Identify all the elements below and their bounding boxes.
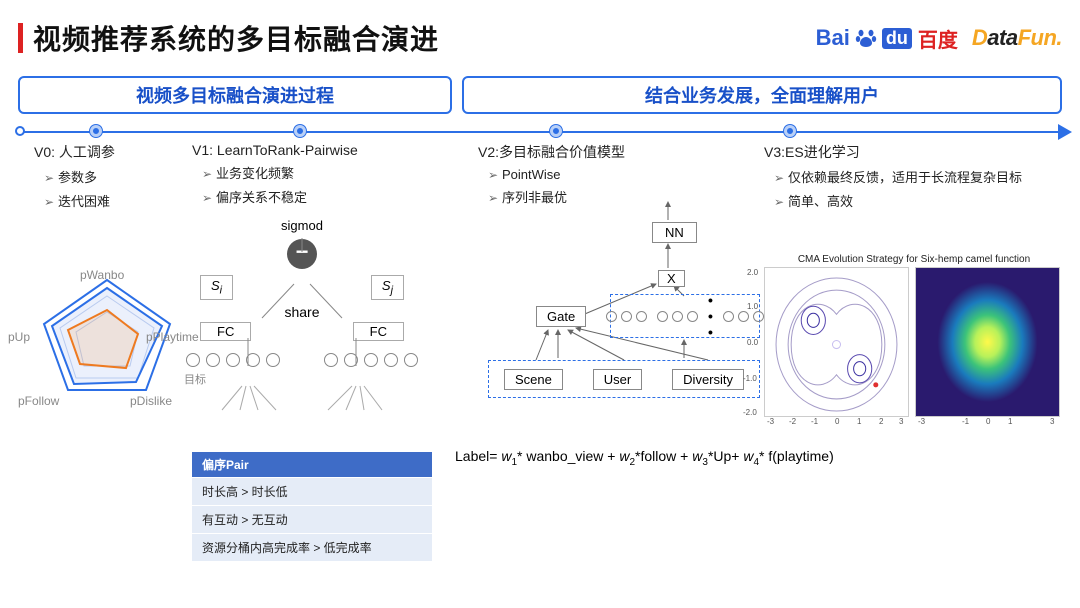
v0-bullet-1: ➢迭代困难 xyxy=(44,191,194,210)
v2-lat-group1 xyxy=(606,311,647,322)
pair-row-1: 有互动 > 无互动 xyxy=(192,505,432,533)
v2-nn: NN xyxy=(652,222,697,243)
label-formula: Label= w1* wanbo_view + w2*follow + w3*U… xyxy=(455,448,834,468)
radar-label-top: pWanbo xyxy=(80,268,124,282)
v1-Sj: Sj xyxy=(371,275,404,300)
v1-network: sigmod − Si Sj share FC FC 目标 xyxy=(182,218,422,387)
v1-Si: Si xyxy=(200,275,233,300)
v2-bullet-0: ➢PointWise xyxy=(488,167,738,182)
baidu-bai: Bai xyxy=(816,25,850,51)
pair-header: 偏序Pair xyxy=(192,452,432,477)
baidu-logo: Bai du 百度 xyxy=(816,24,958,53)
v3-bullet-0: ➢仅依赖最终反馈，适用于长流程复杂目标 xyxy=(774,167,1064,186)
v2-gate: Gate xyxy=(536,306,586,327)
section-headers: 视频多目标融合演进过程 结合业务发展，全面理解用户 xyxy=(18,76,1066,114)
radar-label-bl: pFollow xyxy=(18,394,59,408)
timeline-line xyxy=(18,131,1060,133)
v1-share: share xyxy=(182,304,422,320)
v2-lat-group3 xyxy=(723,311,764,322)
pair-table: 偏序Pair 时长高 > 时长低 有互动 > 无互动 资源分桶内高完成率 > 低… xyxy=(192,452,432,561)
col-v2: V2:多目标融合价值模型 ➢PointWise ➢序列非最优 xyxy=(478,142,738,211)
col-v1: V1: LearnToRank-Pairwise ➢业务变化频繁 ➢偏序关系不稳… xyxy=(192,142,462,211)
v2-x: X xyxy=(658,270,685,287)
pair-row-2: 资源分桶内高完成率 > 低完成率 xyxy=(192,533,432,561)
v2-user: User xyxy=(593,369,642,390)
v1-sigmod: sigmod xyxy=(182,218,422,233)
v2-ellipsis: • • • xyxy=(708,292,713,340)
v1-fc-right: FC xyxy=(353,322,404,341)
timeline-dot-v1 xyxy=(294,125,306,137)
v3-bullet-1: ➢简单、高效 xyxy=(774,191,1064,210)
title-accent-bar xyxy=(18,23,23,53)
section-right: 结合业务发展，全面理解用户 xyxy=(462,76,1062,114)
v2-heading: V2:多目标融合价值模型 xyxy=(478,142,738,162)
radar-label-left: pUp xyxy=(8,330,30,344)
v1-mubiao: 目标 xyxy=(184,371,422,387)
baidu-cn: 百度 xyxy=(918,24,958,53)
cma-plots: CMA Evolution Strategy for Six-hemp came… xyxy=(764,254,1064,417)
v1-inputs-left xyxy=(186,353,280,367)
cma-plot-left: -3 -2 -1 0 1 2 3 2.0 1.0 0.0 -1.0 -2.0 xyxy=(764,267,909,417)
v0-bullet-0: ➢参数多 xyxy=(44,167,194,186)
v2-lat-group2 xyxy=(657,311,698,322)
logo-area: Bai du 百度 DataFun. xyxy=(816,24,1062,53)
v1-fc-left: FC xyxy=(200,322,251,341)
v0-heading: V0: 人工调参 xyxy=(34,142,194,162)
timeline-start-dot xyxy=(15,126,25,136)
v2-diversity: Diversity xyxy=(672,369,744,390)
cma-title: CMA Evolution Strategy for Six-hemp came… xyxy=(764,254,1064,265)
page-title: 视频推荐系统的多目标融合演进 xyxy=(33,18,439,58)
timeline-dot-v0 xyxy=(90,125,102,137)
v3-heading: V3:ES进化学习 xyxy=(764,142,1064,162)
v2-latent-box: • • • xyxy=(610,294,760,338)
v2-bullet-1: ➢序列非最优 xyxy=(488,187,738,206)
v1-bullet-0: ➢业务变化频繁 xyxy=(202,163,462,182)
timeline-dot-v3 xyxy=(784,125,796,137)
section-left: 视频多目标融合演进过程 xyxy=(18,76,452,114)
baidu-du: du xyxy=(882,28,912,49)
radar-chart: pWanbo pPlaytime pDislike pFollow pUp xyxy=(22,272,192,407)
v1-heading: V1: LearnToRank-Pairwise xyxy=(192,142,462,158)
cma-plot-right: -3 -1 0 1 3 xyxy=(915,267,1060,417)
v1-minus-node: − xyxy=(287,239,317,269)
radar-label-br: pDislike xyxy=(130,394,172,408)
contour-icon xyxy=(771,274,902,415)
v2-scene: Scene xyxy=(504,369,563,390)
pair-row-0: 时长高 > 时长低 xyxy=(192,477,432,505)
timeline xyxy=(18,122,1072,140)
timeline-dot-v2 xyxy=(550,125,562,137)
timeline-arrowhead xyxy=(1058,124,1072,140)
col-v0: V0: 人工调参 ➢参数多 ➢迭代困难 xyxy=(34,142,194,215)
v1-inputs-right xyxy=(324,353,418,367)
datafun-logo: DataFun. xyxy=(972,25,1062,51)
baidu-paw-icon xyxy=(854,26,878,50)
col-v3: V3:ES进化学习 ➢仅依赖最终反馈，适用于长流程复杂目标 ➢简单、高效 xyxy=(764,142,1064,215)
v2-inputs-box: Scene User Diversity xyxy=(488,360,760,398)
v1-bullet-1: ➢偏序关系不稳定 xyxy=(202,187,462,206)
